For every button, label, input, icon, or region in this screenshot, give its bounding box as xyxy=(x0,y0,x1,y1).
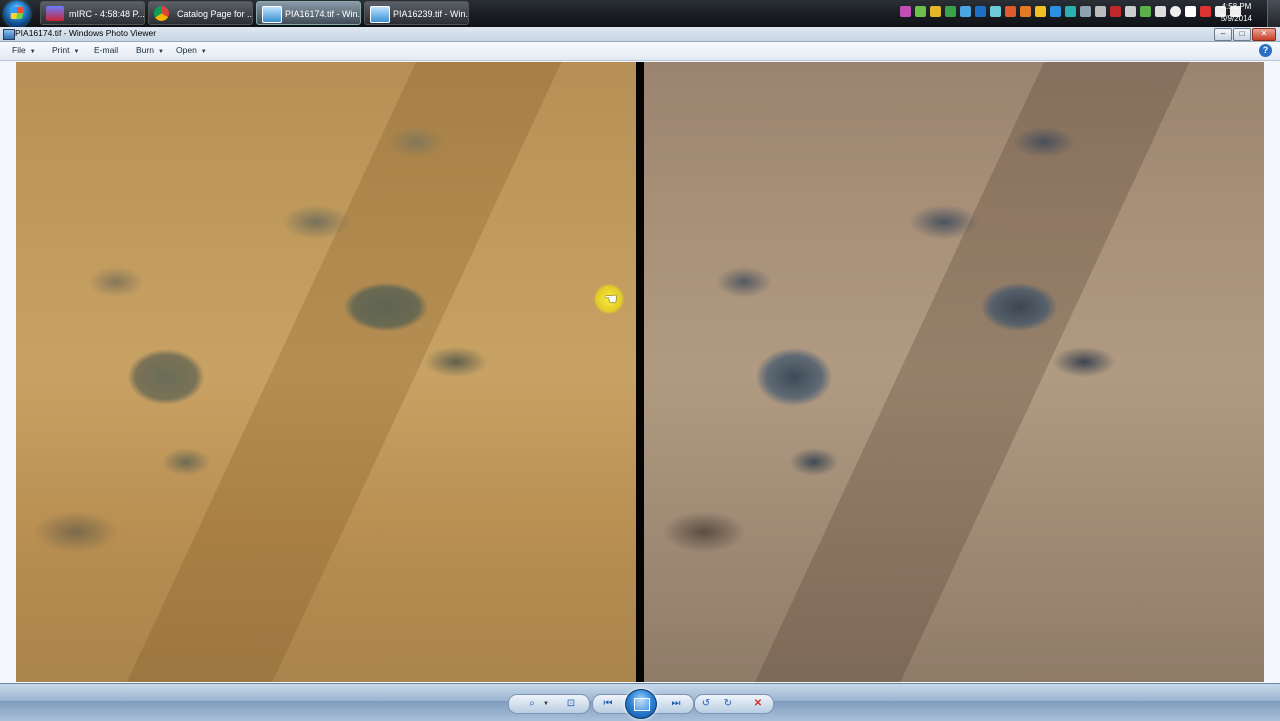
image-divider xyxy=(636,62,644,682)
menu-label: File xyxy=(12,45,26,55)
taskbar-item-photo-viewer-1[interactable]: PIA16174.tif - Win... xyxy=(256,1,361,25)
rotate-counterclockwise-icon[interactable]: ↺ xyxy=(699,697,713,711)
edit-control-group: ↺ ↻ ✕ xyxy=(694,694,774,714)
taskbar: mIRC - 4:58:48 P... Catalog Page for ...… xyxy=(0,0,1280,28)
menu-burn[interactable]: Burn ▼ xyxy=(136,45,164,55)
tray-app-icon[interactable] xyxy=(975,6,986,17)
menu-label: Burn xyxy=(136,45,154,55)
zoom-control-group: ⌕ ▼ ⊡ xyxy=(508,694,590,714)
menu-print[interactable]: Print ▼ xyxy=(52,45,79,55)
menu-email[interactable]: E-mail xyxy=(94,45,118,55)
window-titlebar[interactable]: PIA16174.tif - Windows Photo Viewer – □ … xyxy=(0,27,1280,42)
menu-label: Open xyxy=(176,45,197,55)
menu-file[interactable]: File ▼ xyxy=(12,45,36,55)
tray-app-icon[interactable] xyxy=(945,6,956,17)
delete-icon[interactable]: ✕ xyxy=(751,697,765,711)
clock[interactable]: 4:58 PM 5/9/2014 xyxy=(1221,1,1252,25)
tray-app-icon[interactable] xyxy=(1095,6,1106,17)
close-button[interactable]: ✕ xyxy=(1252,28,1276,41)
photo-viewer-icon xyxy=(262,6,282,23)
viewer-control-bar: ⌕ ▼ ⊡ ⏮ ⏭ ↺ ↻ ✕ xyxy=(0,683,1280,721)
displayed-image: ☚ xyxy=(16,62,1264,682)
chevron-down-icon: ▼ xyxy=(29,49,36,55)
start-button[interactable] xyxy=(4,1,30,27)
tray-app-icon[interactable] xyxy=(1020,6,1031,17)
chevron-down-icon: ▼ xyxy=(157,49,164,55)
tray-app-icon[interactable] xyxy=(1005,6,1016,17)
photo-viewer-icon xyxy=(370,6,390,23)
maximize-button[interactable]: □ xyxy=(1233,28,1251,41)
tray-app-icon[interactable] xyxy=(1110,6,1121,17)
tray-app-icon[interactable] xyxy=(1065,6,1076,17)
taskbar-item-label: PIA16239.tif - Win... xyxy=(393,9,469,19)
tray-app-icon[interactable] xyxy=(930,6,941,17)
mirc-icon xyxy=(46,6,64,21)
previous-icon[interactable]: ⏮ xyxy=(601,697,615,711)
window-title: PIA16174.tif - Windows Photo Viewer xyxy=(15,28,157,38)
tray-app-icon[interactable] xyxy=(1185,6,1196,17)
tray-app-icon[interactable] xyxy=(1080,6,1091,17)
slideshow-button[interactable] xyxy=(625,689,657,719)
actual-size-icon[interactable]: ⊡ xyxy=(564,697,578,711)
taskbar-item-photo-viewer-2[interactable]: PIA16239.tif - Win... xyxy=(364,1,469,25)
clock-time: 4:58 PM xyxy=(1221,2,1252,11)
tray-app-icon[interactable] xyxy=(1170,6,1181,17)
system-tray xyxy=(900,6,1241,20)
rotate-clockwise-icon[interactable]: ↻ xyxy=(721,697,735,711)
tray-app-icon[interactable] xyxy=(1035,6,1046,17)
chevron-down-icon[interactable]: ▼ xyxy=(539,697,553,711)
tray-app-icon[interactable] xyxy=(1125,6,1136,17)
window-controls: – □ ✕ xyxy=(1214,28,1276,41)
taskbar-item-mirc[interactable]: mIRC - 4:58:48 P... xyxy=(40,1,145,25)
tray-app-icon[interactable] xyxy=(1200,6,1211,17)
menu-open[interactable]: Open ▼ xyxy=(176,45,207,55)
tray-app-icon[interactable] xyxy=(990,6,1001,17)
windows-logo-icon xyxy=(10,7,24,19)
help-button[interactable]: ? xyxy=(1259,44,1272,57)
minimize-button[interactable]: – xyxy=(1214,28,1232,41)
tray-app-icon[interactable] xyxy=(1050,6,1061,17)
mouse-cursor-highlight: ☚ xyxy=(594,284,624,314)
chrome-icon xyxy=(154,6,169,21)
chevron-down-icon: ▼ xyxy=(200,49,207,55)
tray-app-icon[interactable] xyxy=(1140,6,1151,17)
show-desktop-button[interactable] xyxy=(1267,0,1280,27)
taskbar-item-label: PIA16174.tif - Win... xyxy=(285,9,361,19)
hand-cursor-icon: ☚ xyxy=(604,291,618,308)
zoom-icon[interactable]: ⌕ xyxy=(525,697,539,711)
taskbar-item-label: Catalog Page for ... xyxy=(177,9,253,19)
flag-icon[interactable] xyxy=(1155,6,1166,17)
menu-label: E-mail xyxy=(94,45,119,55)
slideshow-icon xyxy=(634,698,650,711)
tray-app-icon[interactable] xyxy=(960,6,971,17)
menu-bar: File ▼ Print ▼ E-mail Burn ▼ Open ▼ ? xyxy=(0,42,1280,61)
image-panel-left xyxy=(16,62,636,682)
clock-date: 5/9/2014 xyxy=(1220,14,1252,23)
photo-viewer-icon xyxy=(3,29,15,40)
next-icon[interactable]: ⏭ xyxy=(669,697,683,711)
menu-label: Print xyxy=(52,45,70,55)
tray-app-icon[interactable] xyxy=(900,6,911,17)
taskbar-item-chrome[interactable]: Catalog Page for ... xyxy=(148,1,253,25)
image-panel-right xyxy=(644,62,1264,682)
chevron-down-icon: ▼ xyxy=(73,49,80,55)
tray-app-icon[interactable] xyxy=(915,6,926,17)
taskbar-item-label: mIRC - 4:58:48 P... xyxy=(69,9,145,19)
